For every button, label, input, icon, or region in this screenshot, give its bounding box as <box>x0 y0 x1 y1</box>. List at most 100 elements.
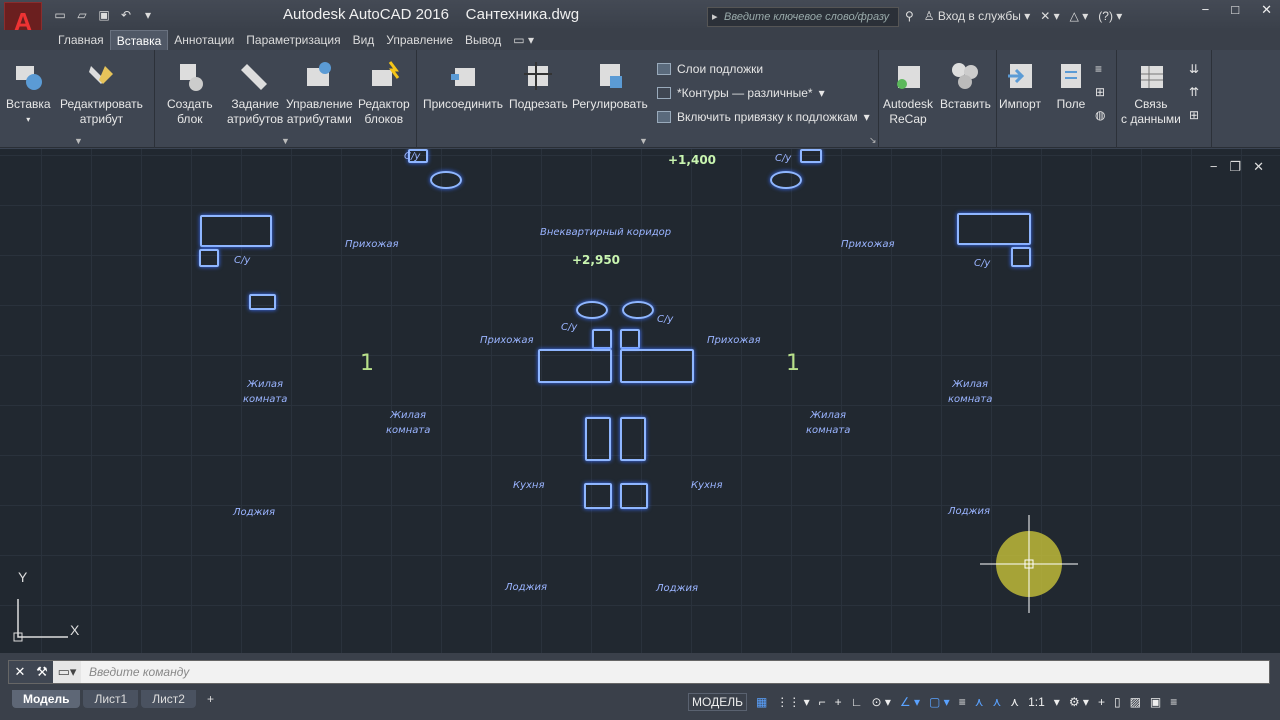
snap-underlay-label: Включить привязку к подложкам <box>677 110 858 124</box>
ribbon-tab[interactable]: Вставка <box>109 30 169 50</box>
minimize-icon[interactable]: − <box>1202 2 1210 18</box>
update-fields-icon[interactable]: ≡ <box>1095 62 1102 76</box>
signin-button[interactable]: ♙ Вход в службы ▾ <box>924 9 1030 23</box>
customize-wrench-icon[interactable]: ⚒ <box>31 661 53 683</box>
annotation-monitor-icon[interactable]: + <box>1098 695 1105 709</box>
clean-screen-icon[interactable]: ▣ <box>1150 695 1161 709</box>
ribbon-tab[interactable]: Главная <box>52 30 110 50</box>
auto-scale-icon[interactable]: ⋏ <box>993 695 1002 709</box>
table-icon[interactable]: ⊞ <box>1095 85 1105 99</box>
insert-button[interactable]: Вставка ▾ <box>6 60 51 127</box>
maximize-icon[interactable]: □ <box>1231 2 1239 18</box>
layout-tab[interactable]: Модель <box>12 690 81 708</box>
help-button[interactable]: (?) ▾ <box>1098 9 1122 23</box>
window-controls: − □ ✕ <box>1202 2 1272 18</box>
quick-properties-icon[interactable]: ▯ <box>1114 695 1121 709</box>
vp-close-icon[interactable]: ✕ <box>1253 159 1264 175</box>
search-input[interactable]: Введите ключевое слово/фразу <box>707 7 899 27</box>
ribbon-tab[interactable]: Управление <box>380 30 459 50</box>
grid-icon[interactable]: ▦ <box>756 695 767 709</box>
frames-dropdown[interactable]: *Контуры — различные* ▾ <box>657 86 825 100</box>
edit-attribute-button[interactable]: Редактировать атрибут <box>60 60 143 127</box>
room-label-corridor: Внеквартирный коридор <box>540 227 672 238</box>
snap-mode-icon[interactable]: ⋮⋮ ▾ <box>776 695 809 709</box>
manage-attributes-button[interactable]: Управление атрибутами <box>286 60 353 127</box>
create-block-button[interactable]: Создать блок <box>167 60 213 127</box>
vp-minimize-icon[interactable]: − <box>1210 159 1218 175</box>
open-file-icon[interactable]: ▱ <box>74 8 90 22</box>
layout-tabs: Модель Лист1 Лист2 + <box>12 690 222 708</box>
recent-commands-icon[interactable]: ▭▾ <box>53 661 81 683</box>
panel-expander-icon[interactable]: ▼ <box>281 136 290 146</box>
room-label-living: Жилая комната <box>806 408 850 438</box>
room-label-kitchen: Кухня <box>513 480 545 491</box>
elevation-mark: +1,400 <box>668 153 717 167</box>
panel-expander-icon[interactable]: ▼ <box>639 136 648 146</box>
panel-launcher-icon[interactable]: ↘ <box>869 135 877 146</box>
upload-icon[interactable]: ⇈ <box>1189 85 1199 99</box>
close-icon[interactable]: ✕ <box>1261 2 1272 18</box>
panel-expander-icon[interactable]: ▼ <box>74 136 83 146</box>
window-title: Autodesk AutoCAD 2016 Сантехника.dwg <box>283 6 579 23</box>
clip-button[interactable]: Подрезать <box>509 60 568 112</box>
viewport-controls: − ❐ ✕ <box>1210 159 1264 175</box>
dynamic-input-icon[interactable]: + <box>835 695 842 709</box>
infer-constraints-icon[interactable]: ⌐ <box>819 695 826 709</box>
command-input[interactable]: Введите команду <box>81 665 1269 679</box>
recap-button[interactable]: Autodesk ReCap <box>883 60 933 127</box>
hyperlink-icon[interactable]: ◍ <box>1095 108 1105 122</box>
workspace-gear-icon[interactable]: ⚙ ▾ <box>1069 695 1089 709</box>
ribbon-tab[interactable]: Параметризация <box>240 30 346 50</box>
layout-tab[interactable]: Лист1 <box>83 690 139 708</box>
import-label: Импорт <box>999 97 1041 111</box>
a360-icon[interactable]: △ ▾ <box>1070 9 1089 23</box>
binoculars-icon[interactable]: ⚲ <box>905 9 914 23</box>
block-editor-label-1: Редактор <box>358 97 410 111</box>
model-space-toggle[interactable]: МОДЕЛЬ <box>688 693 747 711</box>
ribbon-tab[interactable]: Вывод <box>459 30 507 50</box>
download-icon[interactable]: ⇊ <box>1189 62 1199 76</box>
room-label-bathroom: С/у <box>974 258 991 269</box>
save-icon[interactable]: ▣ <box>96 8 112 22</box>
lineweight-icon[interactable]: ≡ <box>959 695 966 709</box>
close-cmdline-icon[interactable]: ✕ <box>9 661 31 683</box>
ribbon-tab[interactable]: Вид <box>347 30 381 50</box>
attach-button[interactable]: Присоединить <box>423 60 503 112</box>
polar-tracking-icon[interactable]: ⊙ ▾ <box>871 695 890 709</box>
layout-tab[interactable]: Лист2 <box>141 690 196 708</box>
qat-dropdown-icon[interactable]: ▾ <box>140 8 156 22</box>
adjust-button[interactable]: Регулировать <box>572 60 648 112</box>
drawing-canvas[interactable]: − ❐ ✕ С/у С/у +1,400 С/у Прихожая Внеква… <box>0 149 1280 653</box>
undo-icon[interactable]: ↶ <box>118 8 134 22</box>
annotation-visibility-icon[interactable]: ⋏ <box>975 695 984 709</box>
field-button[interactable]: Поле <box>1055 60 1087 112</box>
annotation-scale-value[interactable]: 1:1 <box>1028 695 1045 709</box>
ortho-icon[interactable]: ∟ <box>851 695 863 709</box>
annotation-scale-icon[interactable]: ⋏ <box>1010 695 1019 709</box>
tab-overflow-icon[interactable]: ▭ ▾ <box>507 30 540 50</box>
bathtub-fixture <box>620 349 694 383</box>
data-link-button[interactable]: Связь с данными <box>1121 60 1181 127</box>
ribbon-tab[interactable]: Аннотации <box>168 30 240 50</box>
extract-data-icon[interactable]: ⊞ <box>1189 108 1199 122</box>
new-file-icon[interactable]: ▭ <box>52 8 68 22</box>
isodraft-icon[interactable]: ∠ ▾ <box>900 695 920 709</box>
toilet-fixture <box>620 329 640 349</box>
underlay-layers-button[interactable]: Слои подложки <box>657 62 763 76</box>
command-line-bar: ✕ ⚒ ▭▾ Введите команду <box>0 653 1280 689</box>
panel-linking: Связь с данными ⇊ ⇈ ⊞ <box>1117 50 1212 148</box>
customization-icon[interactable]: ≡ <box>1170 695 1177 709</box>
block-editor-button[interactable]: Редактор блоков <box>358 60 410 127</box>
hardware-acceleration-icon[interactable]: ▨ <box>1130 695 1141 709</box>
define-attributes-button[interactable]: Задание атрибутов <box>227 60 283 127</box>
object-snap-icon[interactable]: ▢ ▾ <box>929 695 950 709</box>
living-line-1: Жилая <box>247 379 284 390</box>
exchange-icon[interactable]: ✕ ▾ <box>1040 9 1059 23</box>
apartment-number: 1 <box>786 351 800 376</box>
snap-underlay-dropdown[interactable]: Включить привязку к подложкам ▾ <box>657 110 870 124</box>
vp-restore-icon[interactable]: ❐ <box>1229 159 1241 175</box>
paste-button[interactable]: Вставить <box>940 60 991 112</box>
import-button[interactable]: Импорт <box>999 60 1041 112</box>
add-layout-icon[interactable]: + <box>199 690 222 708</box>
create-block-label-2: блок <box>177 112 203 126</box>
